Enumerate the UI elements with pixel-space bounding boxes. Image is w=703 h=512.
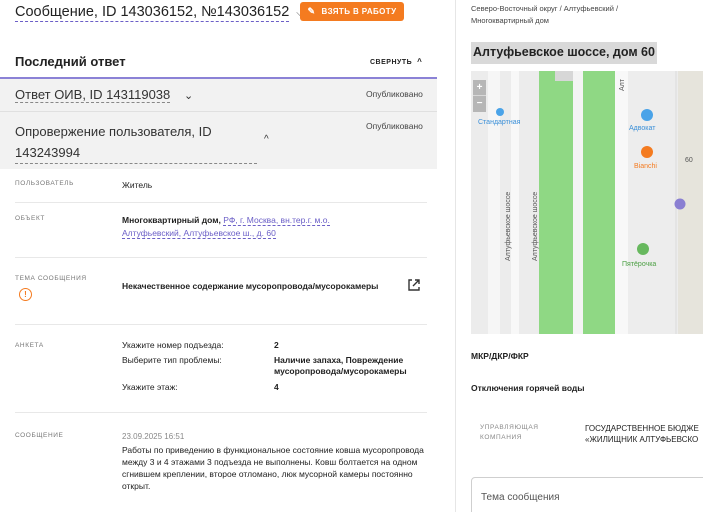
message-topic-input[interactable] [471, 477, 703, 512]
object-type: Многоквартирный дом, [122, 215, 221, 225]
answer-status: Опубликовано [366, 89, 423, 99]
map-zoom-control[interactable]: + − [473, 80, 486, 112]
breadcrumb-line[interactable]: Многоквартирный дом [471, 15, 691, 27]
chevron-up-icon: ^ [417, 57, 423, 66]
external-link-icon[interactable] [407, 278, 421, 292]
topic-value: Некачественное содержание мусоропровода/… [122, 281, 379, 291]
user-label: ПОЛЬЗОВАТЕЛЬ [15, 180, 75, 187]
map-label-pyaterochka: Пятёрочка [622, 261, 656, 268]
divider [15, 324, 427, 325]
message-label: СООБЩЕНИЕ [15, 432, 64, 439]
object-label: ОБЪЕКТ [15, 215, 45, 222]
divider [15, 202, 427, 203]
divider [15, 412, 427, 413]
zoom-in-button[interactable]: + [473, 80, 486, 95]
take-to-work-label: ВЗЯТЬ В РАБОТУ [321, 7, 397, 16]
form-question: Укажите этаж: [122, 382, 178, 392]
management-company-label: УПРАВЛЯЮЩАЯ КОМПАНИЯ [480, 423, 539, 443]
topic-label: ТЕМА СООБЩЕНИЯ [15, 275, 87, 282]
chevron-down-icon[interactable]: ⌄ [184, 89, 193, 102]
map-canvas[interactable]: Стандартная Адвокат Bianchi 60 Пятёрочка… [471, 71, 703, 334]
panel-divider [455, 0, 456, 512]
user-value: Житель [122, 180, 153, 190]
take-to-work-button[interactable]: ✎ ВЗЯТЬ В РАБОТУ [300, 2, 404, 21]
map-label-number: 60 [685, 157, 693, 164]
object-address: Алтуфьевское шоссе, дом 60 [471, 42, 657, 64]
map-road-label: Алтуфьевское шоссе [532, 192, 539, 261]
last-answer-title: Последний ответ [15, 54, 126, 69]
refutation-title[interactable]: Опровержение пользователя, ID 143243994 [15, 121, 257, 164]
map-label-advocate: Адвокат [629, 125, 656, 132]
object-panel: Северо-Восточный округ / Алтуфьевский / … [463, 0, 703, 512]
form-answer: Наличие запаха, Повреждение мусоропровод… [274, 355, 407, 376]
value-line: «ЖИЛИЩНИК АЛТУФЬЕВСКО [585, 435, 699, 444]
map-road-label: Алт [619, 78, 626, 91]
map-label-standard: Стандартная [478, 119, 521, 126]
label-line: УПРАВЛЯЮЩАЯ [480, 424, 539, 431]
mkr-title: МКР/ДКР/ФКР [471, 351, 529, 361]
hot-water-title: Отключения горячей воды [471, 383, 585, 393]
object-value: Многоквартирный дом, РФ, г. Москва, вн.т… [122, 214, 352, 240]
form-question: Выберите тип проблемы: [122, 355, 222, 365]
refutation-status: Опубликовано [366, 121, 423, 131]
pencil-icon: ✎ [307, 6, 316, 16]
map-road-label: Алтуфьевское шоссе [505, 192, 512, 261]
warning-icon: ! [19, 288, 32, 301]
message-date: 23.09.2025 16:51 [122, 432, 185, 441]
value-line: ГОСУДАРСТВЕННОЕ БЮДЖЕ [585, 424, 699, 433]
form-answer: 4 [274, 382, 279, 392]
message-title[interactable]: Сообщение, ID 143036152, №143036152 [15, 4, 290, 22]
form-label: АНКЕТА [15, 342, 44, 349]
divider [0, 111, 437, 112]
divider [15, 257, 427, 258]
collapse-button[interactable]: СВЕРНУТЬ ^ [370, 57, 422, 66]
breadcrumb-line[interactable]: Северо-Восточный округ / Алтуфьевский / [471, 3, 691, 15]
map[interactable]: Стандартная Адвокат Bianchi 60 Пятёрочка… [471, 71, 703, 334]
message-panel: Сообщение, ID 143036152, №143036152 ⌵ ✎ … [0, 0, 437, 512]
message-text: Работы по приведению в функциональное со… [122, 445, 424, 491]
label-line: КОМПАНИЯ [480, 434, 523, 441]
management-company-value: ГОСУДАРСТВЕННОЕ БЮДЖЕ «ЖИЛИЩНИК АЛТУФЬЕВ… [585, 423, 699, 445]
message-header[interactable]: Сообщение, ID 143036152, №143036152 ⌵ [15, 3, 304, 23]
zoom-out-button[interactable]: − [473, 95, 486, 110]
form-question: Укажите номер подъезда: [122, 340, 224, 350]
collapse-label: СВЕРНУТЬ [370, 59, 413, 66]
form-answer: 2 [274, 340, 279, 350]
chevron-up-icon[interactable]: ^ [264, 134, 269, 145]
breadcrumb: Северо-Восточный округ / Алтуфьевский / … [471, 3, 691, 27]
answer-title[interactable]: Ответ ОИВ, ID 143119038 [15, 87, 171, 103]
map-label-bianchi: Bianchi [634, 163, 657, 170]
